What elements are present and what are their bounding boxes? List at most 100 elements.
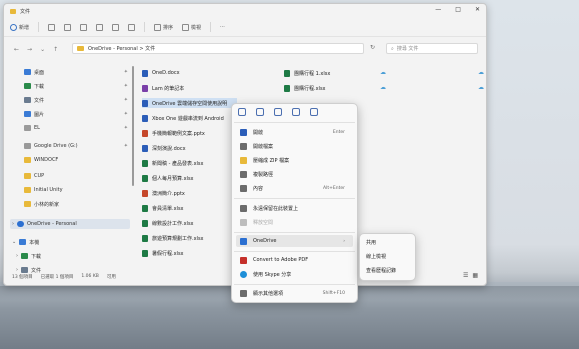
view-button[interactable]: 檢視 xyxy=(182,23,201,31)
list-item-selected[interactable]: OneDrive 雲端儲存空間使用說明 xyxy=(142,98,237,108)
rename-icon[interactable] xyxy=(274,108,282,116)
file-name: OneDrive 雲端儲存空間使用說明 xyxy=(152,100,228,107)
divider xyxy=(234,251,355,252)
menu-item-open[interactable]: 開啟 Enter xyxy=(236,126,353,138)
menu-item-always-keep[interactable]: 永遠保留在此裝置上 xyxy=(236,202,353,214)
sidebar-item-label: EL xyxy=(34,125,40,131)
list-item[interactable]: 團購行程 1.xlsx xyxy=(284,68,330,78)
sidebar-item-downloads[interactable]: 下載 ✦ xyxy=(10,81,130,91)
sidebar-item-cup[interactable]: CUP xyxy=(10,171,130,181)
back-icon[interactable]: ← xyxy=(14,46,19,53)
tiles-view-icon[interactable]: ▦ xyxy=(472,272,478,279)
file-name: 旅遊預算規劃工作.xlsx xyxy=(152,235,204,242)
share-icon[interactable] xyxy=(292,108,300,116)
copy-icon[interactable] xyxy=(256,108,264,116)
list-item[interactable]: 新聞稿 - 產品發表.xlsx xyxy=(142,158,204,168)
excel-icon xyxy=(142,234,148,242)
plus-icon xyxy=(10,23,17,31)
sidebar-item-pictures[interactable]: 圖片 ✦ xyxy=(10,109,130,119)
menu-item-share-skype[interactable]: 使用 Skype 分享 xyxy=(236,268,353,280)
menu-item-copy-path[interactable]: 複製路徑 xyxy=(236,168,353,180)
menu-item-label: OneDrive xyxy=(253,238,277,244)
pictures-icon xyxy=(24,111,31,117)
submenu-item-share[interactable]: 共用 xyxy=(366,239,376,246)
sort-button[interactable]: 排序 xyxy=(154,23,173,31)
menu-item-more-options[interactable]: 顯示其他選項 Shift+F10 xyxy=(236,287,353,299)
list-item[interactable]: 深刻演說.docx xyxy=(142,143,186,153)
item-count: 13 個項目 xyxy=(12,275,33,280)
rename-icon[interactable] xyxy=(96,23,104,31)
pin-icon: ✦ xyxy=(123,97,128,103)
list-item[interactable]: 線數設計工作.xlsx xyxy=(142,218,194,228)
cloud-icon xyxy=(240,204,247,212)
list-item[interactable]: 旅遊預算規劃工作.xlsx xyxy=(142,233,204,243)
refresh-icon[interactable]: ↻ xyxy=(370,44,375,51)
list-item[interactable]: 會員清單.xlsx xyxy=(142,203,184,213)
pin-icon: ✦ xyxy=(123,125,128,131)
menu-item-convert-pdf[interactable]: Convert to Adobe PDF xyxy=(236,254,353,266)
list-item[interactable]: 個人每月預算.xlsx xyxy=(142,173,194,183)
cut-icon[interactable] xyxy=(48,23,56,31)
search-input[interactable]: ⌕ 搜尋 文件 xyxy=(386,43,478,54)
more-button[interactable]: ··· xyxy=(220,24,225,30)
list-item[interactable]: Lam 的筆記本 xyxy=(142,83,184,93)
powerpoint-icon xyxy=(142,189,148,197)
open-icon xyxy=(240,128,247,136)
divider xyxy=(234,232,355,233)
sidebar-item-google-drive[interactable]: Google Drive (G:) ✦ xyxy=(10,141,130,151)
menu-item-open-file[interactable]: 開啟檔案 xyxy=(236,140,353,152)
list-item[interactable]: Xbox One 遊戲串流到 Android xyxy=(142,113,224,123)
sidebar-item-downloads-pc[interactable]: › 下載 xyxy=(10,251,130,261)
new-button[interactable]: 新增 xyxy=(10,23,29,31)
file-name: 手機簡報範例文案.pptx xyxy=(152,130,205,137)
list-item[interactable]: OneD.docx xyxy=(142,68,180,78)
selected-size: 1.06 KB xyxy=(81,274,99,279)
share-icon[interactable] xyxy=(112,23,120,31)
sidebar-item-documents[interactable]: 文件 ✦ xyxy=(10,95,130,105)
list-item[interactable]: 澳洲簡介.pptx xyxy=(142,188,185,198)
sync-status: 可用 xyxy=(106,275,116,280)
more-options-icon xyxy=(240,289,247,297)
sidebar-item-onedrive[interactable]: › OneDrive - Personal xyxy=(10,219,130,229)
close-button[interactable]: ✕ xyxy=(475,6,480,13)
chevron-right-icon: › xyxy=(16,267,18,273)
sidebar-item-el[interactable]: EL ✦ xyxy=(10,123,130,133)
sidebar-item-this-pc[interactable]: ⌄ 本機 xyxy=(10,237,130,247)
forward-icon[interactable]: → xyxy=(27,46,32,53)
sidebar-item-label: WINDOCF xyxy=(34,157,59,163)
sidebar-item-windocf[interactable]: WINDOCF xyxy=(10,155,130,165)
file-name: 個人每月預算.xlsx xyxy=(152,175,194,182)
scrollbar[interactable] xyxy=(132,66,134,186)
delete-icon[interactable] xyxy=(128,23,136,31)
sidebar-item-folder[interactable]: 小林的新家 xyxy=(10,199,130,209)
sidebar-item-label: 圖片 xyxy=(34,111,45,118)
copy-icon[interactable] xyxy=(64,23,72,31)
menu-item-properties[interactable]: 內容 Alt+Enter xyxy=(236,182,353,194)
file-name: Lam 的筆記本 xyxy=(152,85,185,92)
menu-item-free-space: 釋放空間 xyxy=(236,216,353,228)
menu-item-label: 複製路徑 xyxy=(253,171,274,178)
sidebar-item-initial-unity[interactable]: Initial Unity xyxy=(10,185,130,195)
delete-icon[interactable] xyxy=(310,108,318,116)
menu-item-label: 開啟 xyxy=(253,129,264,136)
submenu-item-view-online[interactable]: 線上檢視 xyxy=(366,253,386,260)
word-icon xyxy=(142,114,148,122)
minimize-button[interactable]: — xyxy=(435,6,441,13)
address-bar[interactable]: OneDrive - Personal > 文件 xyxy=(72,43,364,54)
selected-count: 已選取 1 個項目 xyxy=(40,275,74,280)
address-row: ← → ⌄ ↑ OneDrive - Personal > 文件 ↻ ⌕ 搜尋 … xyxy=(4,42,486,56)
up-icon[interactable]: ↑ xyxy=(53,46,58,53)
menu-item-onedrive[interactable]: OneDrive › xyxy=(236,235,353,247)
sidebar-item-desktop[interactable]: 桌面 ✦ xyxy=(10,67,130,77)
list-item[interactable]: 手機簡報範例文案.pptx xyxy=(142,128,205,138)
submenu-item-version-history[interactable]: 查看歷程記錄 xyxy=(366,267,396,274)
chevron-down-icon[interactable]: ⌄ xyxy=(40,46,45,53)
maximize-button[interactable]: □ xyxy=(455,6,461,13)
list-item[interactable]: 暑假行程.xlsx xyxy=(142,248,184,258)
paste-icon[interactable] xyxy=(80,23,88,31)
menu-item-compress-zip[interactable]: 壓縮成 ZIP 檔案 xyxy=(236,154,353,166)
cut-icon[interactable] xyxy=(238,108,246,116)
details-view-icon[interactable]: ☰ xyxy=(463,272,468,279)
divider xyxy=(144,22,146,32)
list-item[interactable]: 團購行程.xlsx xyxy=(284,83,326,93)
